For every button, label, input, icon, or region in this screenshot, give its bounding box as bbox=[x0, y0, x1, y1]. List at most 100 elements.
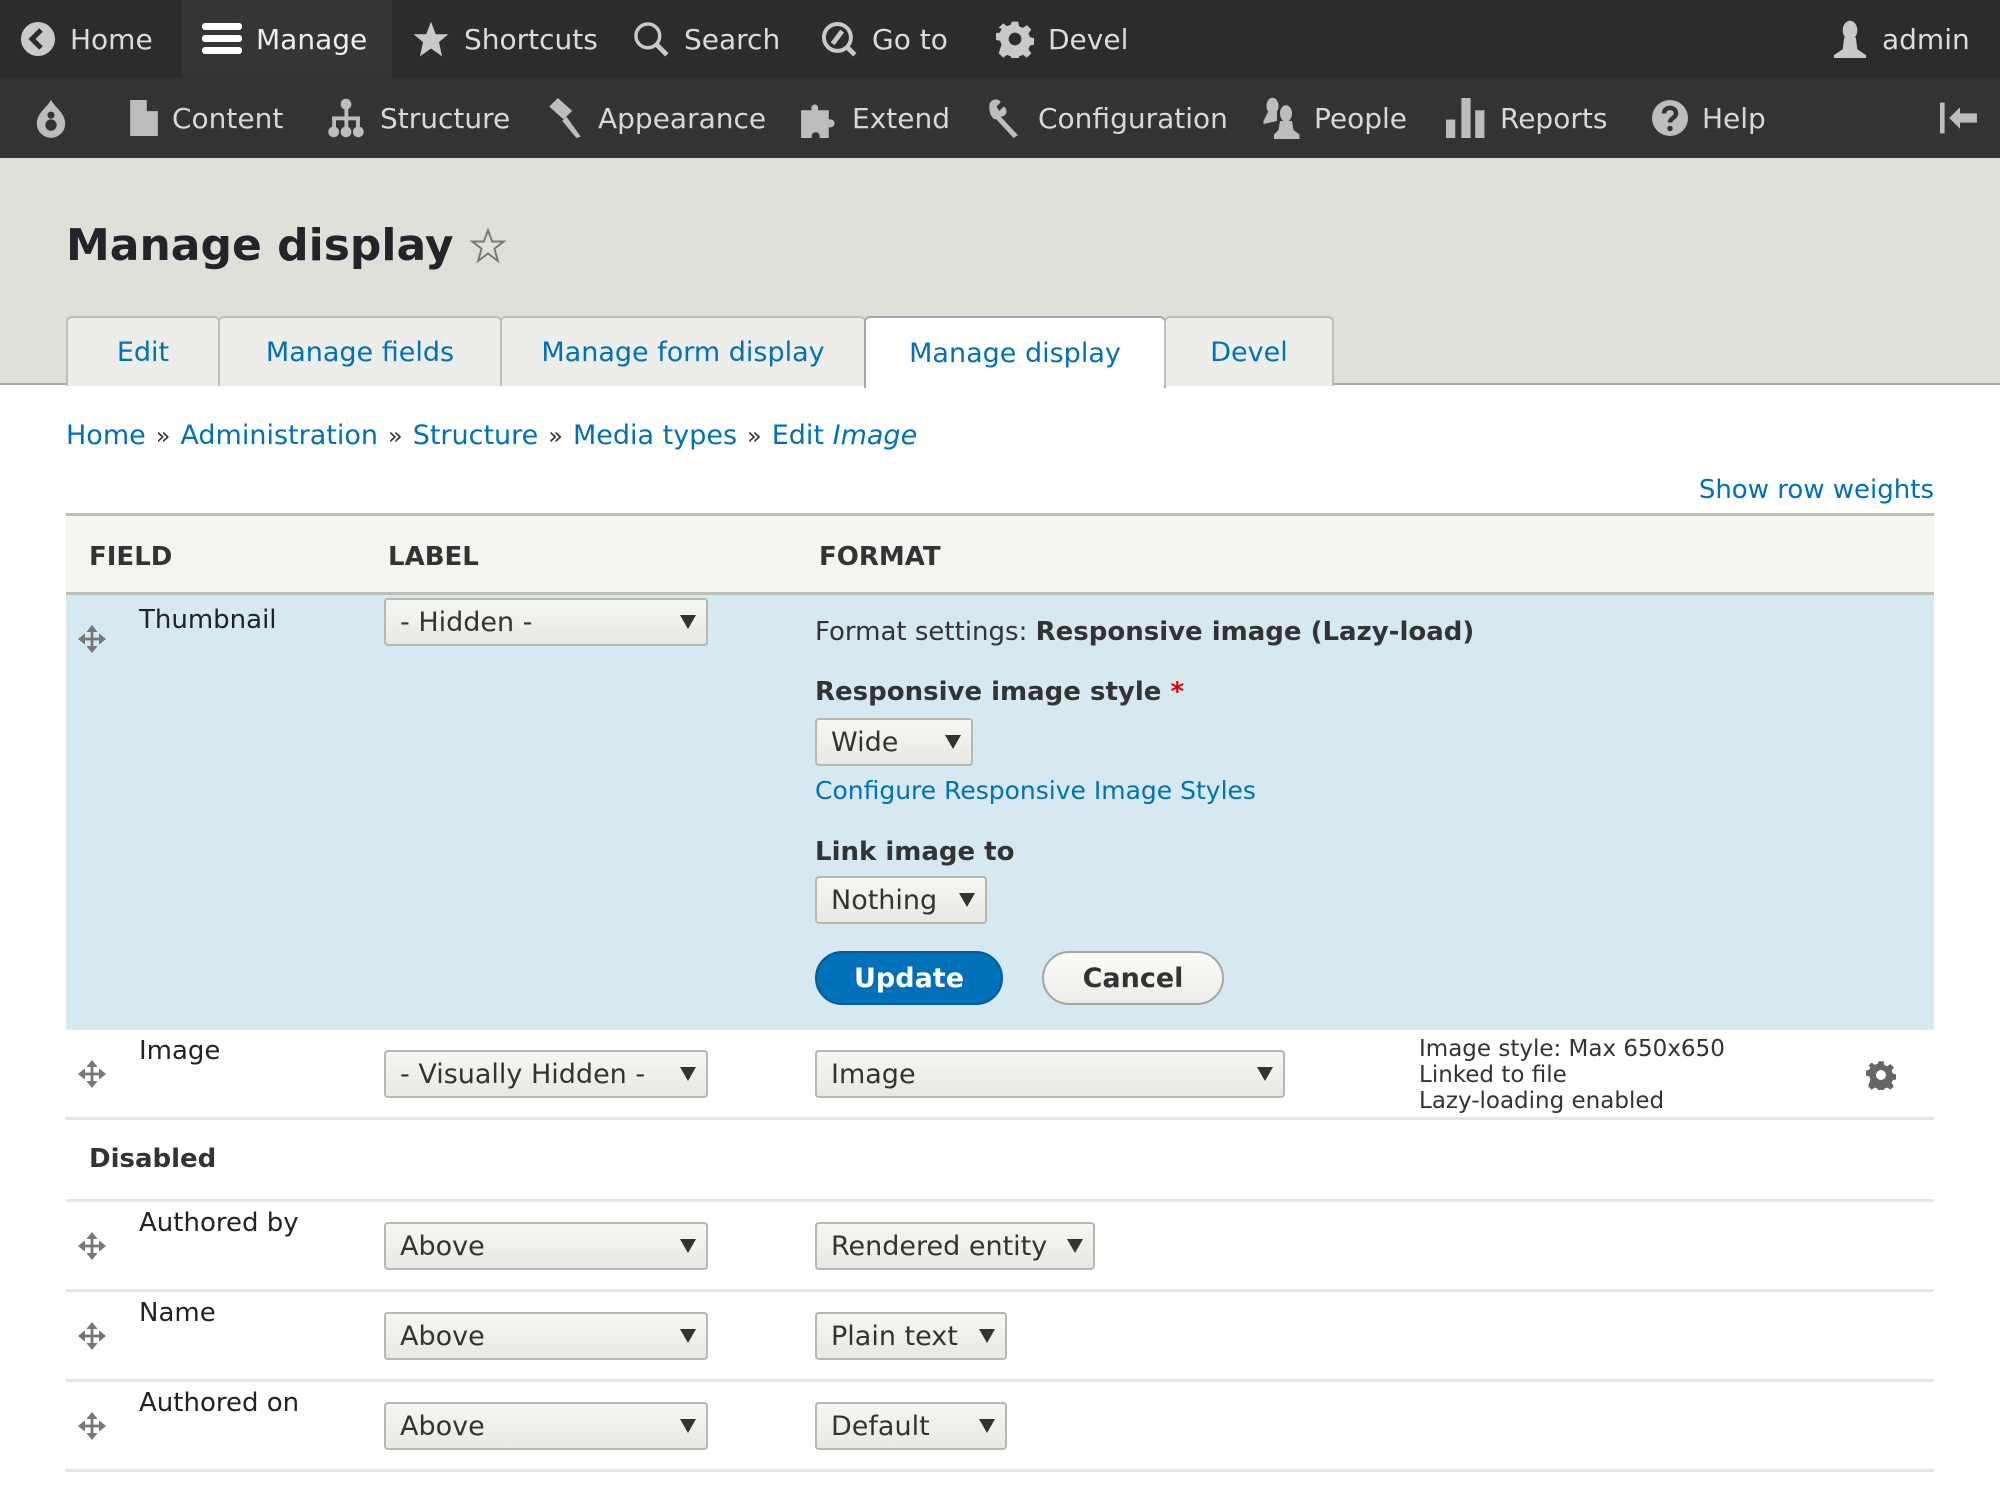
tab-manage-display[interactable]: Manage display bbox=[864, 316, 1166, 388]
drag-handle-icon[interactable] bbox=[78, 625, 106, 653]
people-icon bbox=[1260, 97, 1300, 139]
tray-content[interactable]: Content bbox=[130, 78, 283, 158]
tray-configuration-label: Configuration bbox=[1038, 101, 1228, 135]
page-title-text: Manage display bbox=[66, 220, 454, 271]
toolbar-user[interactable]: admin bbox=[1812, 0, 1990, 78]
table-row-authored-on: Authored on Above Default bbox=[66, 1382, 1934, 1472]
tray-reports[interactable]: Reports bbox=[1446, 78, 1607, 158]
tray-structure[interactable]: Structure bbox=[326, 78, 510, 158]
responsive-style-label-text: Responsive image style bbox=[815, 677, 1162, 707]
label-select[interactable]: Above bbox=[384, 1402, 708, 1450]
file-icon bbox=[130, 100, 158, 136]
toggle-orientation-button[interactable] bbox=[1940, 78, 1980, 158]
page-title: Manage display bbox=[66, 220, 506, 271]
drag-handle-icon[interactable] bbox=[78, 1060, 106, 1088]
tab-edit[interactable]: Edit bbox=[66, 316, 220, 386]
label-select[interactable]: - Hidden - bbox=[384, 598, 708, 646]
chevron-down-icon bbox=[680, 1419, 696, 1433]
formatter-settings-gear-icon[interactable] bbox=[1866, 1060, 1896, 1090]
field-name: Thumbnail bbox=[139, 605, 277, 635]
cancel-button[interactable]: Cancel bbox=[1042, 951, 1224, 1005]
breadcrumb-administration[interactable]: Administration bbox=[180, 420, 378, 451]
breadcrumb-edit-image[interactable]: Edit Image bbox=[772, 420, 917, 451]
toolbar-search[interactable]: Search bbox=[612, 0, 800, 78]
help-icon bbox=[1652, 100, 1688, 136]
tray-people[interactable]: People bbox=[1260, 78, 1407, 158]
label-select[interactable]: Above bbox=[384, 1312, 708, 1360]
drag-handle-icon[interactable] bbox=[78, 1232, 106, 1260]
toolbar-shortcuts-label: Shortcuts bbox=[464, 22, 598, 56]
chevron-down-icon bbox=[1067, 1239, 1083, 1253]
collapse-left-icon bbox=[1940, 102, 1980, 134]
chevron-down-icon bbox=[680, 1067, 696, 1081]
tray-appearance[interactable]: Appearance bbox=[546, 78, 766, 158]
update-button[interactable]: Update bbox=[815, 951, 1003, 1005]
drupal-icon bbox=[34, 98, 68, 138]
toolbar-manage[interactable]: Manage bbox=[182, 0, 392, 78]
format-select[interactable]: Plain text bbox=[815, 1312, 1007, 1360]
drupal-logo[interactable] bbox=[34, 78, 68, 158]
toolbar-home[interactable]: Home bbox=[0, 0, 182, 78]
tab-devel[interactable]: Devel bbox=[1164, 316, 1334, 386]
breadcrumb-edit-prefix: Edit bbox=[771, 420, 825, 451]
format-select[interactable]: Image bbox=[815, 1050, 1285, 1098]
select-value: - Hidden - bbox=[400, 606, 533, 638]
header-format: FORMAT bbox=[819, 542, 941, 572]
configure-responsive-styles-link[interactable]: Configure Responsive Image Styles bbox=[815, 776, 1256, 805]
format-select[interactable]: Default bbox=[815, 1402, 1007, 1450]
tab-manage-form-display[interactable]: Manage form display bbox=[500, 316, 866, 386]
region-disabled: Disabled bbox=[66, 1120, 1934, 1202]
label-select[interactable]: Above bbox=[384, 1222, 708, 1270]
chevron-down-icon bbox=[680, 615, 696, 629]
drag-handle-icon[interactable] bbox=[78, 1322, 106, 1350]
user-icon bbox=[1832, 20, 1868, 58]
show-row-weights-link[interactable]: Show row weights bbox=[1699, 475, 1934, 505]
chevron-down-icon bbox=[1257, 1067, 1273, 1081]
chevron-down-icon bbox=[959, 893, 975, 907]
sitemap-icon bbox=[326, 98, 366, 138]
star-icon bbox=[412, 20, 450, 58]
admin-toolbar: Home Manage Shortcuts Search Go to Devel… bbox=[0, 0, 2000, 78]
search-icon bbox=[632, 20, 670, 58]
tray-extend-label: Extend bbox=[852, 101, 950, 135]
toolbar-devel[interactable]: Devel bbox=[976, 0, 1148, 78]
breadcrumb-separator: » bbox=[747, 422, 762, 450]
header-label: LABEL bbox=[388, 542, 479, 572]
select-value: Default bbox=[831, 1410, 930, 1442]
breadcrumb-home[interactable]: Home bbox=[66, 420, 146, 451]
admin-tray: Content Structure Appearance Extend Conf… bbox=[0, 78, 2000, 158]
breadcrumb-media-types[interactable]: Media types bbox=[573, 420, 737, 451]
drag-handle-icon[interactable] bbox=[78, 1412, 106, 1440]
goto-icon bbox=[820, 20, 858, 58]
label-select[interactable]: - Visually Hidden - bbox=[384, 1050, 708, 1098]
summary-line: Lazy-loading enabled bbox=[1419, 1088, 1665, 1114]
tray-help[interactable]: Help bbox=[1652, 78, 1766, 158]
format-select[interactable]: Rendered entity bbox=[815, 1222, 1095, 1270]
tab-label: Manage fields bbox=[265, 336, 455, 368]
table-row-thumbnail: Thumbnail - Hidden - Format settings: Re… bbox=[66, 595, 1934, 1030]
responsive-style-select[interactable]: Wide bbox=[815, 718, 973, 766]
breadcrumb-separator: » bbox=[155, 422, 171, 450]
field-name: Authored by bbox=[139, 1208, 299, 1238]
wrench-icon bbox=[986, 98, 1024, 138]
tab-label: Manage display bbox=[909, 337, 1121, 369]
breadcrumb-separator: » bbox=[548, 422, 563, 450]
shortcut-star-icon[interactable] bbox=[469, 226, 506, 265]
toolbar-user-label: admin bbox=[1882, 22, 1970, 56]
link-image-to-select[interactable]: Nothing bbox=[815, 876, 987, 924]
brush-icon bbox=[546, 98, 584, 138]
tab-label: Manage form display bbox=[541, 336, 825, 368]
toolbar-shortcuts[interactable]: Shortcuts bbox=[392, 0, 618, 78]
toolbar-goto[interactable]: Go to bbox=[800, 0, 968, 78]
table-row-image: Image - Visually Hidden - Image Image st… bbox=[66, 1030, 1934, 1120]
toolbar-devel-label: Devel bbox=[1048, 22, 1129, 56]
toolbar-goto-label: Go to bbox=[872, 22, 948, 56]
breadcrumb-structure[interactable]: Structure bbox=[413, 420, 539, 451]
link-image-to-label: Link image to bbox=[815, 837, 1015, 867]
field-name: Authored on bbox=[139, 1388, 300, 1418]
toolbar-manage-label: Manage bbox=[256, 22, 368, 56]
tab-manage-fields[interactable]: Manage fields bbox=[218, 316, 502, 386]
tray-configuration[interactable]: Configuration bbox=[986, 78, 1228, 158]
tray-appearance-label: Appearance bbox=[598, 101, 767, 135]
tray-extend[interactable]: Extend bbox=[798, 78, 950, 158]
